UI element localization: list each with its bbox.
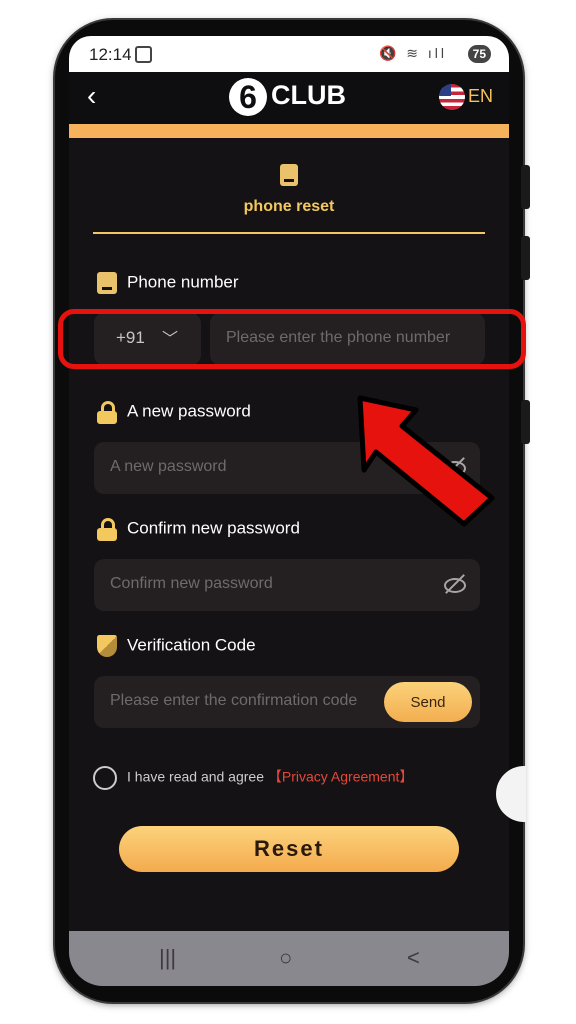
confirm-password-label: Confirm new password xyxy=(97,518,300,541)
reset-button[interactable]: Reset xyxy=(119,826,459,872)
screenshot-icon xyxy=(135,46,152,63)
recents-icon[interactable]: ||| xyxy=(159,945,176,971)
back-icon[interactable]: ‹ xyxy=(87,80,96,112)
club-logo: 6 CLUB xyxy=(229,78,346,116)
power-button xyxy=(521,400,530,444)
home-icon[interactable]: ○ xyxy=(279,945,292,971)
signal-icons: 🔇 ≋ ıll xyxy=(378,45,447,61)
app-header: ‹ 6 CLUB EN xyxy=(69,72,509,124)
phone-number-label: Phone number xyxy=(97,272,239,294)
confirm-password-input[interactable]: Confirm new password xyxy=(94,559,480,611)
accent-bar xyxy=(69,124,509,138)
eye-hidden-icon[interactable] xyxy=(444,573,466,595)
volume-down-button xyxy=(521,236,530,280)
agreement-row: I have read and agree 【Privacy Agreement… xyxy=(93,766,413,790)
verification-code-label: Verification Code xyxy=(97,635,256,657)
new-password-label: A new password xyxy=(97,401,251,424)
language-selector[interactable]: EN xyxy=(468,86,493,107)
tab-label: phone reset xyxy=(243,198,335,215)
system-nav-bar: ||| ○ < xyxy=(69,931,509,986)
status-bar: 12:14 🔇 ≋ ıll 75 xyxy=(69,36,509,72)
privacy-agreement-link[interactable]: 【Privacy Agreement】 xyxy=(268,769,414,785)
lock-icon xyxy=(97,401,117,424)
volume-up-button xyxy=(521,165,530,209)
lock-icon xyxy=(97,518,117,541)
verification-label-text: Verification Code xyxy=(127,635,256,655)
agree-text: I have read and agree xyxy=(127,768,264,785)
logo-mark: 6 xyxy=(229,78,267,116)
confirm-password-placeholder: Confirm new password xyxy=(110,575,273,592)
logo-text: CLUB xyxy=(271,80,346,111)
phone-icon xyxy=(280,164,298,186)
phone-number-label-text: Phone number xyxy=(127,272,239,292)
new-password-label-text: A new password xyxy=(127,401,251,421)
agree-radio[interactable] xyxy=(93,766,117,790)
us-flag-icon[interactable] xyxy=(439,84,465,110)
tab-phone-reset[interactable]: phone reset xyxy=(93,164,485,234)
tab-underline xyxy=(93,232,485,234)
new-password-placeholder: A new password xyxy=(110,458,227,475)
pointer-arrow-icon xyxy=(357,395,495,527)
highlight-box xyxy=(58,309,526,369)
confirm-password-label-text: Confirm new password xyxy=(127,518,300,538)
phone-icon xyxy=(97,272,117,294)
status-time: 12:14 xyxy=(89,45,132,64)
send-code-button[interactable]: Send xyxy=(384,682,472,722)
verification-placeholder: Please enter the confirmation code xyxy=(110,692,358,709)
battery-badge: 75 xyxy=(467,45,491,63)
shield-icon xyxy=(97,635,117,657)
verification-code-input[interactable]: Please enter the confirmation code Send xyxy=(94,676,480,728)
back-nav-icon[interactable]: < xyxy=(407,945,420,971)
